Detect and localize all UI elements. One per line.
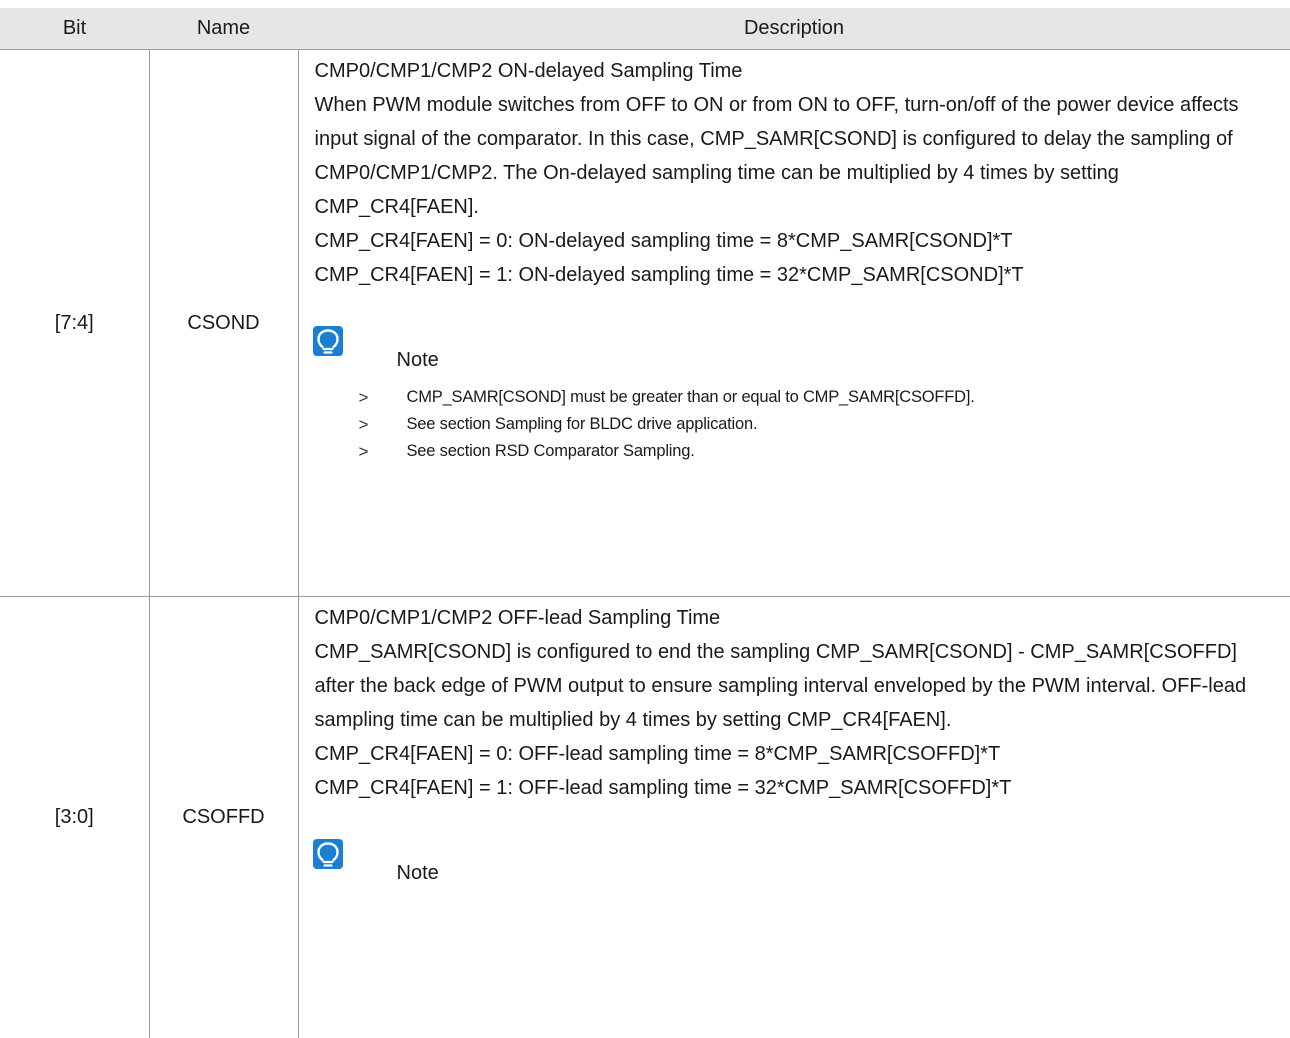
field-title: CMP0/CMP1/CMP2 ON-delayed Sampling Time [315, 54, 1281, 88]
formula-faen-0: CMP_CR4[FAEN] = 0: ON-delayed sampling t… [315, 224, 1281, 258]
note-item: > CMP_SAMR[CSOND] must be greater than or… [315, 384, 1281, 411]
bit-cell: [3:0] [0, 597, 149, 1038]
formula-faen-1: CMP_CR4[FAEN] = 1: OFF-lead sampling tim… [315, 771, 1281, 805]
description-cell: CMP0/CMP1/CMP2 ON-delayed Sampling Time … [298, 50, 1290, 597]
note-item-text: See section Sampling for BLDC drive appl… [407, 415, 758, 433]
name-cell: CSOND [149, 50, 298, 597]
field-description: CMP_SAMR[CSOND] is configured to end the… [315, 635, 1281, 737]
header-description: Description [298, 8, 1290, 50]
formula-faen-0: CMP_CR4[FAEN] = 0: OFF-lead sampling tim… [315, 737, 1281, 771]
header-name: Name [149, 8, 298, 50]
note-label: Note [397, 346, 439, 374]
lightbulb-icon [313, 839, 343, 869]
register-table: Bit Name Description [7:4] CSOND CMP0/CM… [0, 8, 1290, 1038]
lightbulb-icon [313, 326, 343, 356]
description-cell: CMP0/CMP1/CMP2 OFF-lead Sampling Time CM… [298, 597, 1290, 1038]
chevron-right-icon: > [359, 438, 369, 465]
table-row-csond: [7:4] CSOND CMP0/CMP1/CMP2 ON-delayed Sa… [0, 50, 1290, 597]
field-title: CMP0/CMP1/CMP2 OFF-lead Sampling Time [315, 601, 1281, 635]
note-item-text: CMP_SAMR[CSOND] must be greater than or … [407, 388, 975, 406]
note-header: Note [315, 326, 1281, 378]
chevron-right-icon: > [359, 384, 369, 411]
name-cell: CSOFFD [149, 597, 298, 1038]
formula-faen-1: CMP_CR4[FAEN] = 1: ON-delayed sampling t… [315, 258, 1281, 292]
chevron-right-icon: > [359, 411, 369, 438]
bit-cell: [7:4] [0, 50, 149, 597]
table-row-csoffd: [3:0] CSOFFD CMP0/CMP1/CMP2 OFF-lead Sam… [0, 597, 1290, 1038]
field-description: When PWM module switches from OFF to ON … [315, 88, 1281, 224]
note-header: Note [315, 839, 1281, 891]
note-item: > See section Sampling for BLDC drive app… [315, 411, 1281, 438]
note-list: > CMP_SAMR[CSOND] must be greater than or… [315, 384, 1281, 465]
header-row: Bit Name Description [0, 8, 1290, 50]
header-bit: Bit [0, 8, 149, 50]
note-item: > See section RSD Comparator Sampling. [315, 438, 1281, 465]
note-item-text: See section RSD Comparator Sampling. [407, 442, 695, 460]
note-label: Note [397, 859, 439, 887]
